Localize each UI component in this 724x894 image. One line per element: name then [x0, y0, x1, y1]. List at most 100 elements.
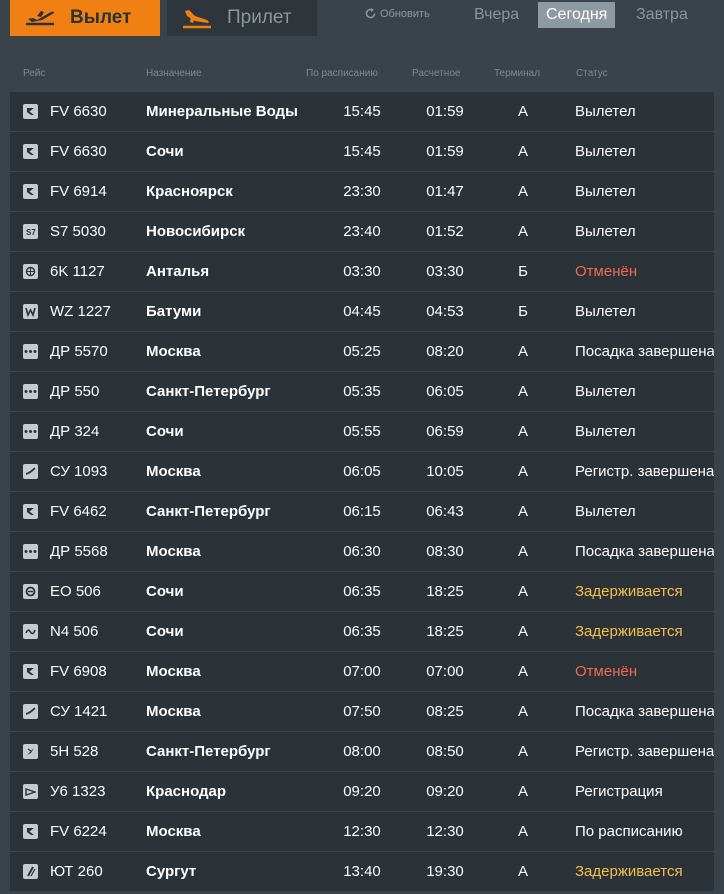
scheduled-time: 06:15 [343, 503, 381, 520]
flight-number: FV 6914 [50, 183, 107, 200]
flight-number: ЮТ 260 [50, 863, 103, 880]
refresh-label: Обновить [380, 7, 430, 20]
estimated-time: 19:30 [426, 863, 464, 880]
tab-departures[interactable]: Вылет [10, 0, 160, 36]
bird-icon [23, 744, 38, 759]
scheduled-time: 07:50 [343, 703, 381, 720]
terminal: A [517, 623, 528, 640]
flight-status: Отменён [575, 263, 638, 280]
terminal: A [517, 863, 528, 880]
terminal: A [517, 143, 528, 160]
arrival-plane-icon [183, 10, 211, 29]
nordwind-icon [23, 504, 38, 519]
estimated-time: 08:20 [426, 343, 464, 360]
estimated-time: 03:30 [426, 263, 464, 280]
dots-icon [23, 384, 38, 399]
day-yesterday[interactable]: Вчера [466, 2, 527, 28]
scheduled-time: 06:35 [343, 583, 381, 600]
nordwind-icon [23, 664, 38, 679]
flight-number: ДР 5570 [50, 343, 108, 360]
flight-number: 5H 528 [50, 743, 99, 760]
destination: Сочи [146, 143, 184, 160]
refresh-button[interactable]: Обновить [364, 7, 430, 20]
flight-row[interactable]: ДР 5568 Москва 06:30 08:30 A Посадка завершен… [10, 532, 714, 571]
estimated-time: 01:59 [426, 103, 464, 120]
flight-status: Вылетел [575, 143, 636, 160]
destination: Санкт-Петербург [146, 503, 271, 520]
swoosh-icon [23, 464, 38, 479]
terminal: A [517, 783, 528, 800]
flight-row[interactable]: S7 S7 5030 Новосибирск 23:40 01:52 A Вылетел [10, 212, 714, 251]
day-today[interactable]: Сегодня [538, 2, 616, 28]
scheduled-time: 12:30 [343, 823, 381, 840]
flight-row[interactable]: EO 506 Сочи 06:35 18:25 A Задерживается [10, 572, 714, 611]
day-tomorrow[interactable]: Завтра [628, 2, 696, 28]
terminal: A [517, 383, 528, 400]
flight-row[interactable]: У6 1323 Краснодар 09:20 09:20 A Регистрация [10, 772, 714, 811]
scheduled-time: 05:55 [343, 423, 381, 440]
destination: Москва [146, 703, 201, 720]
terminal: A [517, 223, 528, 240]
circle-logo-icon [23, 584, 38, 599]
estimated-time: 08:25 [426, 703, 464, 720]
terminal: A [517, 463, 528, 480]
flight-row[interactable]: FV 6630 Сочи 15:45 01:59 A Вылетел [10, 132, 714, 171]
nordwind-icon [23, 184, 38, 199]
flight-number: S7 5030 [50, 223, 106, 240]
slash-icon [23, 864, 38, 879]
col-status: Статус [576, 68, 608, 79]
flight-status: Вылетел [575, 303, 636, 320]
col-destination: Назначение [146, 68, 202, 79]
flight-row[interactable]: 5H 528 Санкт-Петербург 08:00 08:50 A Регистр.… [10, 732, 714, 771]
flight-row[interactable]: 6K 1127 Анталья 03:30 03:30 Б Отменён [10, 252, 714, 291]
dots-icon [23, 544, 38, 559]
flight-row[interactable]: ДР 324 Сочи 05:55 06:59 A Вылетел [10, 412, 714, 451]
flight-row[interactable]: FV 6462 Санкт-Петербург 06:15 06:43 A Вылетел [10, 492, 714, 531]
flight-number: WZ 1227 [50, 303, 111, 320]
flight-status: Посадка завершена [575, 703, 714, 720]
flight-row[interactable]: FV 6914 Красноярск 23:30 01:47 A Вылетел [10, 172, 714, 211]
flight-row[interactable]: FV 6224 Москва 12:30 12:30 A По расписанию [10, 812, 714, 851]
flight-row[interactable]: СУ 1421 Москва 07:50 08:25 A Посадка завершен… [10, 692, 714, 731]
destination: Минеральные Воды [146, 103, 298, 120]
dots-icon [23, 424, 38, 439]
estimated-time: 09:20 [426, 783, 464, 800]
flight-row[interactable]: ДР 550 Санкт-Петербург 05:35 06:05 A Вылетел [10, 372, 714, 411]
flight-status: Вылетел [575, 503, 636, 520]
nordwind-icon [23, 104, 38, 119]
terminal: A [517, 503, 528, 520]
wizz-icon [23, 304, 38, 319]
scheduled-time: 05:25 [343, 343, 381, 360]
flight-row[interactable]: WZ 1227 Батуми 04:45 04:53 Б Вылетел [10, 292, 714, 331]
destination: Москва [146, 463, 201, 480]
flight-status: Отменён [575, 663, 638, 680]
flight-row[interactable]: ЮТ 260 Сургут 13:40 19:30 A Задерживается [10, 852, 714, 891]
dots-icon [23, 344, 38, 359]
flight-status: Задерживается [575, 623, 683, 640]
destination: Новосибирск [146, 223, 246, 240]
terminal: Б [518, 263, 528, 280]
flight-row[interactable]: FV 6630 Минеральные Воды 15:45 01:59 A Вылете… [10, 92, 714, 131]
terminal: A [517, 583, 528, 600]
scheduled-time: 09:20 [343, 783, 381, 800]
scheduled-time: 04:45 [343, 303, 381, 320]
svg-text:S7: S7 [26, 228, 36, 237]
flight-row[interactable]: N4 506 Сочи 06:35 18:25 A Задерживается [10, 612, 714, 651]
flight-row[interactable]: FV 6908 Москва 07:00 07:00 A Отменён [10, 652, 714, 691]
destination: Батуми [146, 303, 202, 320]
destination: Сочи [146, 423, 184, 440]
flight-number: 6K 1127 [50, 263, 105, 280]
flight-row[interactable]: СУ 1093 Москва 06:05 10:05 A Регистр. заверше… [10, 452, 714, 491]
flight-number: СУ 1421 [50, 703, 108, 720]
flight-number: FV 6462 [50, 503, 107, 520]
flight-number: FV 6630 [50, 143, 107, 160]
tab-arrivals[interactable]: Прилет [167, 0, 317, 36]
flight-row[interactable]: ДР 5570 Москва 05:25 08:20 A Посадка завершен… [10, 332, 714, 371]
flight-number: FV 6908 [50, 663, 107, 680]
scheduled-time: 23:40 [343, 223, 381, 240]
flight-number: ДР 324 [50, 423, 100, 440]
estimated-time: 06:05 [426, 383, 464, 400]
col-estimated: Расчетное [412, 68, 461, 79]
s7-icon: S7 [23, 224, 38, 239]
estimated-time: 01:47 [426, 183, 464, 200]
